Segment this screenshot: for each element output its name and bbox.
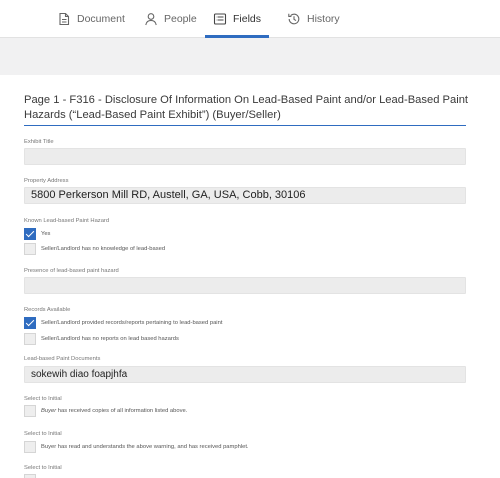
document-icon: [59, 12, 70, 26]
records-none-checkbox[interactable]: [24, 333, 36, 345]
exhibit-title-field[interactable]: [24, 148, 466, 165]
lead-documents-label: Lead-based Paint Documents: [24, 356, 101, 362]
tab-document-label: Document: [77, 13, 125, 25]
records-none-text: Seller/Landlord has no reports on lead b…: [41, 336, 179, 342]
property-address-field[interactable]: 5800 Perkerson Mill RD, Austell, GA, USA…: [24, 187, 466, 204]
known-hazard-yes-option[interactable]: Yes: [24, 228, 50, 240]
known-hazard-yes-checkbox[interactable]: [24, 228, 36, 240]
tab-history[interactable]: History: [287, 0, 340, 38]
records-available-label: Records Available: [24, 307, 71, 313]
records-provided-text: Seller/Landlord provided records/reports…: [41, 320, 223, 326]
lead-documents-field[interactable]: sokewih diao foapjhfa: [24, 366, 466, 383]
initial-1-statement: has received copies of all information l…: [56, 408, 188, 414]
tab-bar: Document People Fields History: [0, 0, 500, 38]
tab-people[interactable]: People: [144, 0, 197, 38]
known-hazard-label: Known Lead-based Paint Hazard: [24, 218, 110, 224]
lead-documents-value: sokewih diao foapjhfa: [31, 369, 128, 380]
known-hazard-no-knowledge-option[interactable]: Seller/Landlord has no knowledge of lead…: [24, 243, 165, 255]
initial-1-checkbox[interactable]: [24, 405, 36, 417]
records-provided-checkbox[interactable]: [24, 317, 36, 329]
initial-1-option[interactable]: Buyer has received copies of all informa…: [24, 405, 187, 417]
initial-3-checkbox[interactable]: [24, 474, 36, 478]
initial-3-option[interactable]: [24, 474, 36, 478]
fields-icon: [213, 13, 227, 25]
person-icon: [145, 13, 157, 26]
page-title: Page 1 - F316 - Disclosure Of Informatio…: [24, 94, 469, 121]
initial-1-prefix: Buyer: [41, 408, 57, 414]
initial-2-label: Select to Initial: [24, 431, 62, 437]
records-none-option[interactable]: Seller/Landlord has no reports on lead b…: [24, 333, 179, 345]
known-hazard-yes-text: Yes: [41, 231, 51, 237]
records-provided-option[interactable]: Seller/Landlord provided records/reports…: [24, 317, 222, 329]
known-hazard-no-knowledge-checkbox[interactable]: [24, 243, 36, 255]
history-icon: [288, 13, 300, 25]
tab-fields[interactable]: Fields: [204, 0, 270, 38]
initial-1-text: Buyer has received copies of all informa…: [41, 408, 187, 414]
initial-3-label: Select to Initial: [24, 465, 62, 471]
initial-2-checkbox[interactable]: [24, 441, 36, 453]
initial-2-text: Buyer has read and understands the above…: [41, 444, 249, 450]
tab-document[interactable]: Document: [57, 0, 125, 38]
property-address-label: Property Address: [24, 178, 69, 184]
presence-hazard-label: Presence of lead-based paint hazard: [24, 268, 119, 274]
tab-fields-label: Fields: [233, 13, 262, 25]
tab-people-label: People: [164, 13, 197, 25]
toolbar-band: [0, 38, 500, 75]
initial-2-option[interactable]: Buyer has read and understands the above…: [24, 441, 249, 453]
exhibit-title-label: Exhibit Title: [24, 139, 54, 145]
presence-hazard-field[interactable]: [24, 277, 466, 294]
title-divider: [24, 125, 466, 126]
property-address-value: 5800 Perkerson Mill RD, Austell, GA, USA…: [31, 189, 306, 201]
fields-panel: Page 1 - F316 - Disclosure Of Informatio…: [0, 75, 500, 478]
tab-history-label: History: [307, 13, 340, 25]
known-hazard-no-knowledge-text: Seller/Landlord has no knowledge of lead…: [41, 246, 166, 252]
initial-1-label: Select to Initial: [24, 396, 62, 402]
